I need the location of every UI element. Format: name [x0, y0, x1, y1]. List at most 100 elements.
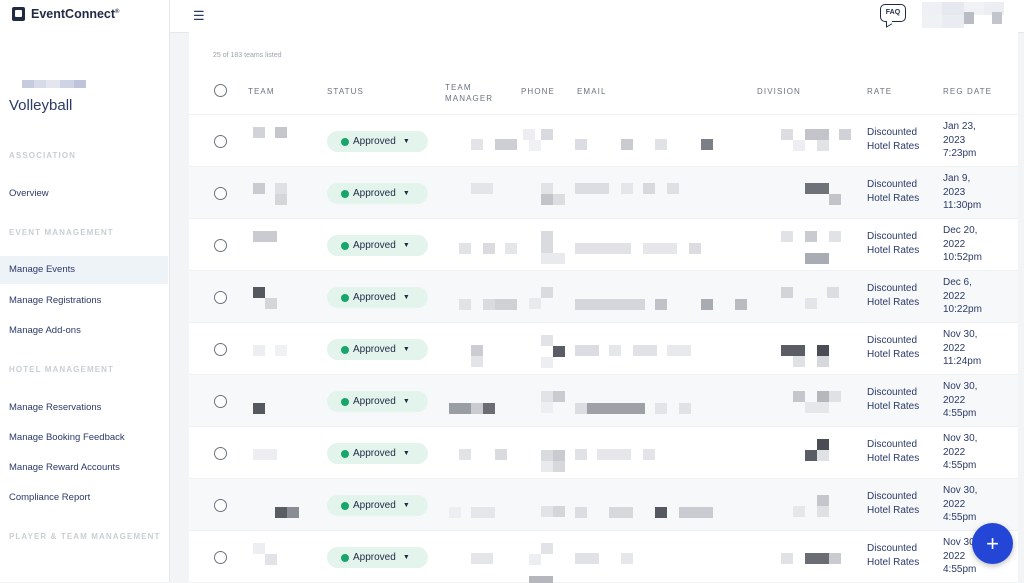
status-dropdown[interactable]: Approved ▼ [327, 235, 428, 256]
brand-logo[interactable]: EventConnect® [12, 7, 119, 21]
status-dot-icon [341, 189, 349, 198]
table-row[interactable]: Approved ▼ Discounted Hotel Rates Nov 30, 2… [189, 426, 1018, 479]
rate-text: Discounted Hotel Rates [867, 231, 920, 256]
table-row[interactable]: Approved ▼ Discounted Hotel Rates Jan 23, 2… [189, 114, 1018, 167]
col-team[interactable]: TEAM [248, 87, 275, 96]
status-dropdown[interactable]: Approved ▼ [327, 339, 428, 360]
team-name-redacted [253, 127, 287, 138]
chevron-down-icon: ▼ [402, 554, 410, 561]
row-select-radio[interactable] [214, 187, 227, 200]
status-dropdown[interactable]: Approved ▼ [327, 391, 428, 412]
hamburger-icon[interactable]: ☰ [193, 8, 205, 24]
nav-manage-add-ons[interactable]: Manage Add-ons [0, 317, 168, 345]
row-select-radio[interactable] [214, 291, 227, 304]
table-row[interactable]: Approved ▼ Discounted Hotel Rates Nov 30, 2… [189, 374, 1018, 427]
table-row[interactable]: Approved ▼ Discounted Hotel Rates Dec 20, 2… [189, 218, 1018, 271]
division-redacted [781, 345, 829, 367]
nav-overview[interactable]: Overview [0, 180, 168, 208]
col-reg-date[interactable]: REG DATE [943, 87, 992, 96]
status-label: Approved [353, 188, 396, 199]
nav-manage-events[interactable]: Manage Events [0, 256, 168, 284]
email-redacted [575, 299, 747, 310]
reg-date-text: Jan 23, 2023 7:23pm [943, 121, 977, 159]
phone-redacted [529, 287, 553, 309]
status-dropdown[interactable]: Approved ▼ [327, 547, 428, 568]
table-row[interactable]: Approved ▼ Discounted Hotel Rates Nov 30, 2… [189, 322, 1018, 375]
chevron-down-icon: ▼ [402, 398, 410, 405]
section-event-management: EVENT MANAGEMENT [9, 228, 114, 237]
team-name-redacted [253, 543, 277, 565]
email-redacted [575, 403, 691, 414]
col-division[interactable]: DIVISION [757, 87, 801, 96]
nav-manage-reward-accounts[interactable]: Manage Reward Accounts [0, 454, 168, 482]
reg-date-text: Dec 20, 2022 10:52pm [943, 225, 982, 263]
status-label: Approved [353, 344, 396, 355]
team-name-redacted [253, 403, 265, 414]
manager-redacted [471, 139, 517, 150]
team-name-redacted [253, 449, 277, 460]
row-select-radio[interactable] [214, 499, 227, 512]
chevron-down-icon: ▼ [402, 346, 410, 353]
faq-icon[interactable]: FAQ [880, 4, 906, 22]
table-row[interactable]: Approved ▼ Discounted Hotel Rates Nov 30, 2… [189, 530, 1018, 583]
team-name-redacted [253, 231, 277, 242]
reg-date-text: Nov 30, 2022 4:55pm [943, 381, 978, 419]
status-dropdown[interactable]: Approved ▼ [327, 443, 428, 464]
section-player-team-management: PLAYER & TEAM MANAGEMENT [9, 532, 161, 541]
chevron-down-icon: ▼ [402, 242, 410, 249]
row-select-radio[interactable] [214, 395, 227, 408]
nav-compliance-report[interactable]: Compliance Report [0, 484, 168, 512]
manager-redacted [449, 507, 495, 518]
status-label: Approved [353, 396, 396, 407]
chevron-down-icon: ▼ [402, 502, 410, 509]
email-redacted [575, 553, 633, 564]
brand-trademark: ® [115, 8, 120, 15]
row-select-radio[interactable] [214, 239, 227, 252]
rate-text: Discounted Hotel Rates [867, 439, 920, 464]
row-select-radio[interactable] [214, 135, 227, 148]
table-row[interactable]: Approved ▼ Discounted Hotel Rates Dec 6, 20… [189, 270, 1018, 323]
status-dot-icon [341, 397, 349, 406]
select-all-radio[interactable] [214, 84, 227, 97]
chevron-down-icon: ▼ [402, 138, 410, 145]
email-redacted [575, 139, 713, 150]
col-status[interactable]: STATUS [327, 87, 364, 96]
nav-manage-registrations[interactable]: Manage Registrations [0, 287, 168, 315]
add-button[interactable]: + [972, 523, 1013, 564]
status-label: Approved [353, 552, 396, 563]
status-dropdown[interactable]: Approved ▼ [327, 131, 428, 152]
status-dropdown[interactable]: Approved ▼ [327, 287, 428, 308]
row-select-radio[interactable] [214, 343, 227, 356]
status-dropdown[interactable]: Approved ▼ [327, 495, 428, 516]
col-team-manager[interactable]: TEAM MANAGER [445, 82, 505, 104]
chevron-down-icon: ▼ [402, 190, 410, 197]
email-redacted [575, 507, 713, 518]
rate-text: Discounted Hotel Rates [867, 491, 920, 516]
team-name-redacted [253, 183, 287, 205]
manager-redacted [449, 403, 495, 414]
division-redacted [805, 439, 829, 461]
table-row[interactable]: Approved ▼ Discounted Hotel Rates Nov 30, 2… [189, 478, 1018, 531]
row-select-radio[interactable] [214, 447, 227, 460]
email-redacted [575, 345, 691, 356]
phone-redacted [529, 543, 553, 583]
team-name-redacted [275, 507, 299, 518]
nav-manage-booking-feedback[interactable]: Manage Booking Feedback [0, 424, 168, 452]
rate-text: Discounted Hotel Rates [867, 283, 920, 308]
table-row[interactable]: Approved ▼ Discounted Hotel Rates Jan 9, 20… [189, 166, 1018, 219]
chevron-down-icon: ▼ [402, 450, 410, 457]
col-email[interactable]: EMAIL [577, 87, 607, 96]
nav-manage-reservations[interactable]: Manage Reservations [0, 394, 168, 422]
user-menu-redacted[interactable] [922, 2, 1022, 28]
col-rate[interactable]: RATE [867, 87, 892, 96]
row-select-radio[interactable] [214, 551, 227, 564]
manager-redacted [471, 183, 493, 194]
manager-redacted [459, 449, 507, 460]
phone-redacted [523, 129, 553, 151]
status-dropdown[interactable]: Approved ▼ [327, 183, 428, 204]
col-phone[interactable]: PHONE [521, 87, 555, 96]
rate-text: Discounted Hotel Rates [867, 543, 920, 568]
reg-date-text: Nov 30, 2022 4:55pm [943, 485, 978, 523]
status-dot-icon [341, 345, 349, 354]
reg-date-text: Nov 30, 2022 11:24pm [943, 329, 982, 367]
